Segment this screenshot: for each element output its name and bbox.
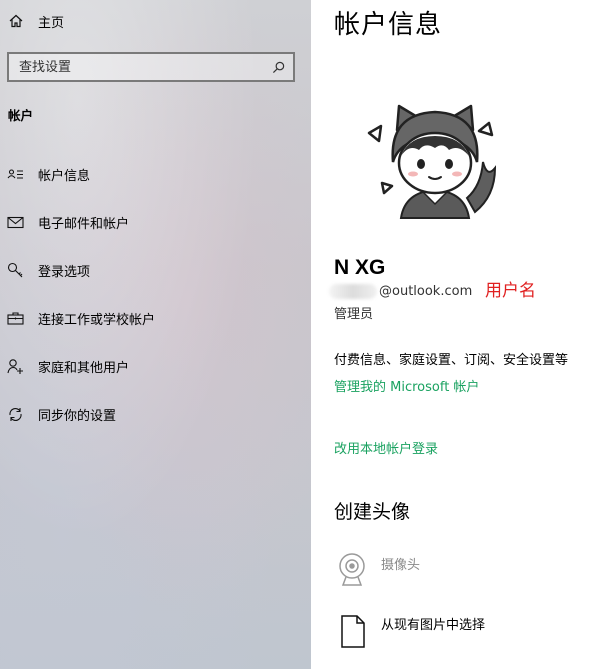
sidebar-item-work-school[interactable]: 连接工作或学校帐户 (0, 294, 311, 342)
person-add-icon (7, 358, 23, 374)
sidebar: 主页 帐户 帐户信息 电子邮件和帐户 (0, 0, 311, 669)
sidebar-nav: 帐户信息 电子邮件和帐户 登录选项 连接工作或学校帐户 家庭和其他用户 同步你的… (0, 150, 311, 438)
billing-description: 付费信息、家庭设置、订阅、安全设置等 (334, 353, 569, 368)
search-icon[interactable] (272, 61, 285, 74)
browse-label: 从现有图片中选择 (381, 618, 486, 633)
sidebar-item-account-info[interactable]: 帐户信息 (0, 150, 311, 198)
page-title: 帐户信息 (334, 10, 443, 40)
email-address: @outlook.com (379, 284, 473, 299)
webcam-icon (339, 553, 365, 586)
create-avatar-heading: 创建头像 (334, 501, 411, 523)
sidebar-item-label: 帐户信息 (38, 168, 91, 184)
sync-icon (9, 407, 22, 421)
sidebar-item-label: 同步你的设置 (38, 408, 117, 424)
camera-option[interactable]: 摄像头 (337, 552, 420, 590)
avatar (367, 104, 497, 219)
search-input[interactable] (19, 59, 272, 75)
search-box[interactable] (7, 52, 295, 82)
user-name: N XG (334, 256, 386, 279)
sidebar-item-label: 登录选项 (38, 264, 91, 280)
sidebar-item-label: 连接工作或学校帐户 (38, 312, 156, 328)
email-row: @outlook.com (329, 284, 472, 299)
main-content: 帐户信息 N XG @outlook.com 用户名 管理员 付费信息、家庭设置… (311, 0, 606, 669)
home-link[interactable]: 主页 (8, 10, 64, 32)
home-icon (9, 14, 23, 28)
camera-label: 摄像头 (381, 558, 421, 573)
manage-microsoft-account-link[interactable]: 管理我的 Microsoft 帐户 (334, 376, 479, 395)
sidebar-item-sign-in-options[interactable]: 登录选项 (0, 246, 311, 294)
account-role: 管理员 (334, 307, 374, 322)
key-icon (7, 262, 23, 277)
sidebar-item-family[interactable]: 家庭和其他用户 (0, 342, 311, 390)
account-info-icon (7, 168, 23, 179)
sidebar-section-title: 帐户 (8, 108, 34, 123)
switch-to-local-account-link[interactable]: 改用本地帐户登录 (334, 438, 438, 457)
home-label: 主页 (38, 15, 65, 31)
mail-icon (7, 216, 24, 228)
email-redaction (329, 284, 377, 299)
sidebar-item-email[interactable]: 电子邮件和帐户 (0, 198, 311, 246)
briefcase-icon (7, 311, 24, 325)
sidebar-item-label: 家庭和其他用户 (38, 360, 130, 376)
browse-picture-option[interactable]: 从现有图片中选择 (337, 612, 485, 650)
username-annotation: 用户名 (485, 281, 536, 301)
sidebar-item-label: 电子邮件和帐户 (38, 216, 130, 232)
sidebar-item-sync[interactable]: 同步你的设置 (0, 390, 311, 438)
file-icon (341, 615, 365, 648)
